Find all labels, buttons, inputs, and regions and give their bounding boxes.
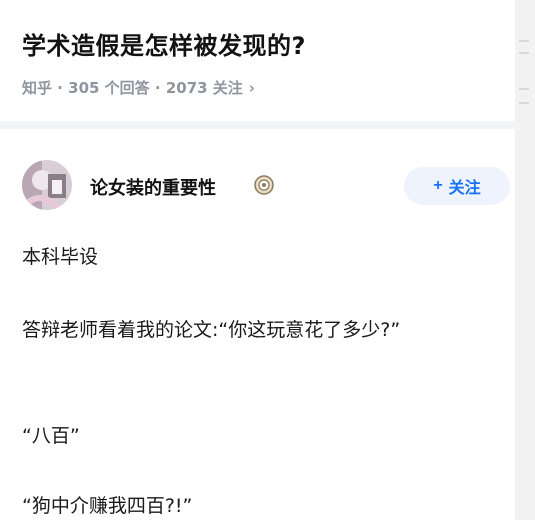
section-divider <box>0 121 515 129</box>
answer-paragraph: “狗中介赚我四百?!” <box>22 495 193 517</box>
follow-button-label: 关注 <box>448 180 481 197</box>
question-meta[interactable]: 知乎 · 305 个回答 · 2073 关注 › <box>22 77 255 98</box>
question-title[interactable]: 学术造假是怎样被发现的? <box>22 26 306 61</box>
answer-paragraph: 本科毕设 <box>22 246 99 268</box>
answer-paragraph: “八百” <box>22 425 80 447</box>
avatar[interactable] <box>22 160 72 210</box>
chevron-right-icon: › <box>248 78 255 97</box>
follow-button[interactable]: + 关注 <box>404 167 510 205</box>
badge-icon <box>254 175 274 195</box>
author-name[interactable]: 论女装的重要性 <box>90 174 216 200</box>
scrollbar-track[interactable] <box>515 0 535 520</box>
scroll-mark <box>519 102 529 104</box>
scroll-mark <box>519 88 529 90</box>
answer-paragraph: 答辩老师看着我的论文:“你这玩意花了多少?” <box>22 319 401 341</box>
scroll-mark <box>519 52 529 54</box>
plus-icon: + <box>433 177 443 194</box>
question-meta-text: 知乎 · 305 个回答 · 2073 关注 <box>22 79 243 97</box>
scroll-mark <box>519 40 529 42</box>
